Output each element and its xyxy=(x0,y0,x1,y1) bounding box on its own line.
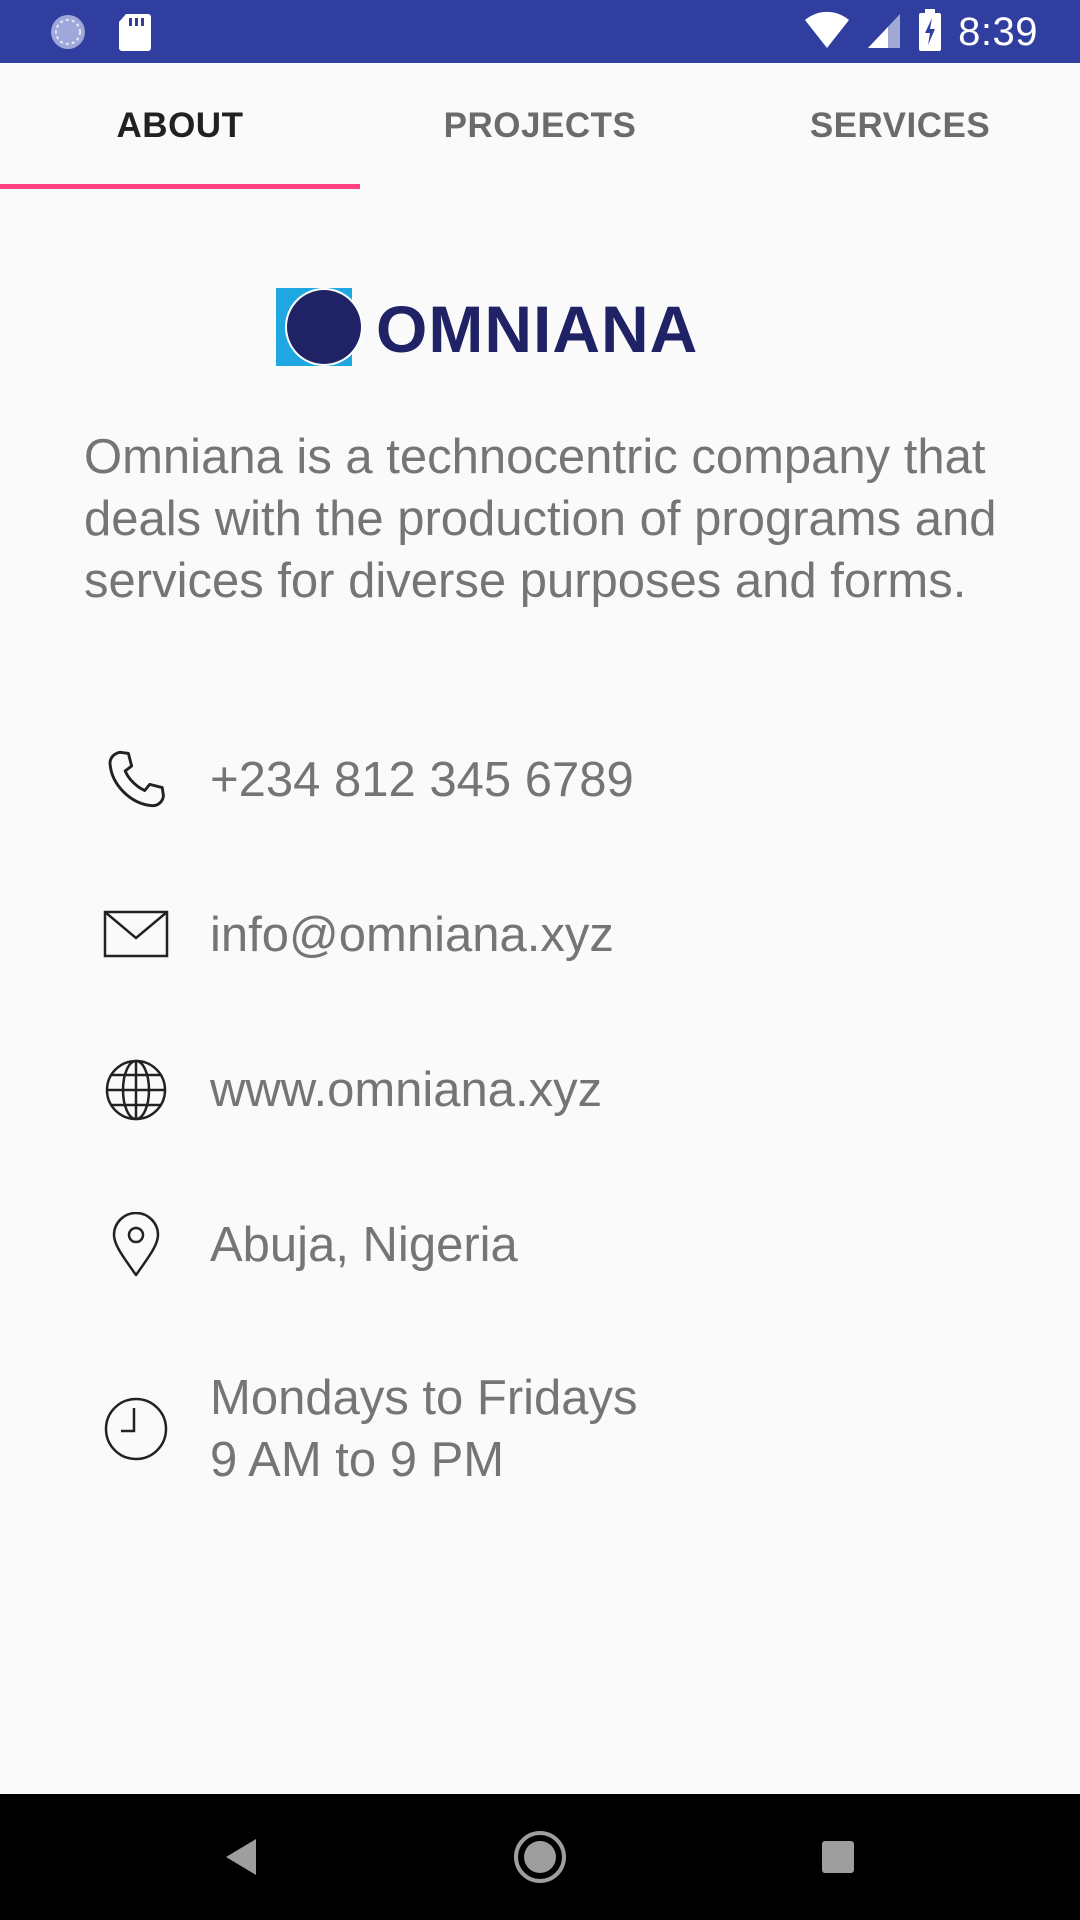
screen: 8:39 ABOUT PROJECTS SERVICES OMNIANA Omn… xyxy=(0,0,1080,1920)
globe-icon xyxy=(96,1050,176,1130)
tab-indicator xyxy=(0,184,360,189)
contact-hours: Mondays to Fridays 9 AM to 9 PM xyxy=(96,1367,996,1491)
email-address: info@omniana.xyz xyxy=(210,908,614,962)
phone-icon xyxy=(96,740,176,820)
business-hours: Mondays to Fridays 9 AM to 9 PM xyxy=(210,1367,638,1491)
navigation-bar xyxy=(0,1794,1080,1920)
company-description: Omniana is a technocentric company that … xyxy=(84,430,997,608)
sd-card-icon xyxy=(118,12,152,57)
hours-days: Mondays to Fridays xyxy=(210,1371,638,1425)
website-url: www.omniana.xyz xyxy=(210,1063,603,1117)
contact-website[interactable]: www.omniana.xyz xyxy=(96,1050,996,1130)
home-icon[interactable] xyxy=(510,1827,570,1887)
contact-email[interactable]: info@omniana.xyz xyxy=(96,895,996,975)
mail-icon xyxy=(96,895,176,975)
back-icon[interactable] xyxy=(210,1827,270,1887)
battery-charging-icon xyxy=(918,9,942,56)
tab-services[interactable]: SERVICES xyxy=(720,63,1080,189)
clock-icon xyxy=(96,1389,176,1469)
company-logo: OMNIANA xyxy=(272,284,812,374)
tab-bar: ABOUT PROJECTS SERVICES xyxy=(0,63,1080,189)
location-pin-icon xyxy=(96,1205,176,1285)
location-text: Abuja, Nigeria xyxy=(210,1218,518,1272)
status-bar: 8:39 xyxy=(0,0,1080,63)
signal-icon xyxy=(866,10,902,55)
wifi-icon xyxy=(804,10,850,55)
hours-time: 9 AM to 9 PM xyxy=(210,1433,505,1487)
sync-icon xyxy=(48,12,88,57)
contact-location[interactable]: Abuja, Nigeria xyxy=(96,1205,996,1285)
phone-number: +234 812 345 6789 xyxy=(210,753,634,807)
tab-projects[interactable]: PROJECTS xyxy=(360,63,720,189)
contact-phone[interactable]: +234 812 345 6789 xyxy=(96,740,996,820)
recents-icon[interactable] xyxy=(808,1827,868,1887)
logo-wordmark: OMNIANA xyxy=(376,292,698,366)
status-clock: 8:39 xyxy=(958,10,1038,54)
tab-about[interactable]: ABOUT xyxy=(0,63,360,189)
